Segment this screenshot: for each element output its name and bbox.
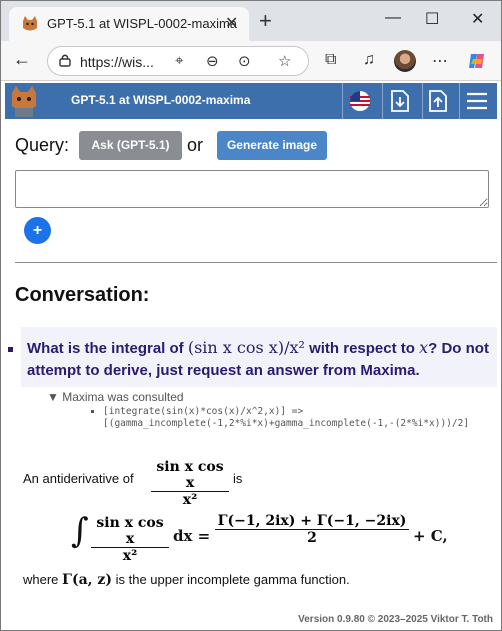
question-mid: with respect to: [304, 340, 420, 357]
rhs-numerator: Γ(−1, 2ix) + Γ(−1, −2ix): [217, 513, 407, 529]
back-arrow-icon[interactable]: ←: [13, 49, 31, 70]
location-icon[interactable]: ⌖: [175, 52, 183, 69]
rhs-fraction: Γ(−1, 2ix) + Γ(−1, −2ix) 2: [215, 513, 409, 546]
maxima-consulted-toggle[interactable]: ▼ Maxima was consulted: [47, 390, 184, 404]
or-label: or: [187, 135, 204, 155]
maximize-icon[interactable]: ☐: [425, 9, 439, 29]
hamburger-menu-icon[interactable]: [464, 89, 490, 113]
upload-icon[interactable]: [425, 89, 451, 113]
query-label: Query:: [15, 135, 70, 155]
question-text: What is the integral of (sin x cos x)/x²…: [27, 337, 493, 382]
rhs-denominator: 2: [307, 530, 317, 546]
generate-image-button[interactable]: Generate image: [217, 131, 327, 160]
conversation-heading: Conversation:: [15, 284, 150, 306]
where-text: where Γ(a, z) is the upper incomplete ga…: [23, 572, 350, 588]
app-header: GPT-5.1 at WISPL-0002-maxima: [5, 83, 497, 119]
cat-logo-icon: [12, 86, 36, 117]
lock-icon: [59, 54, 71, 67]
plus-constant: + C,: [413, 527, 448, 545]
integral-sign: ∫: [71, 511, 89, 551]
browser-window: GPT-5.1 at WISPL-0002-maxima ✕ + — ☐ ✕ ←…: [0, 0, 502, 631]
answer-prefix: An antiderivative of: [23, 471, 134, 486]
divider: [342, 83, 343, 119]
zoom-out-icon[interactable]: ⊖: [206, 52, 219, 70]
answer-numerator: sin x cos x: [156, 459, 224, 491]
list-bullet: [91, 410, 94, 413]
where-prefix: where: [23, 572, 63, 587]
lhs-denominator: x²: [122, 548, 138, 564]
extensions-icon[interactable]: ⧉: [325, 51, 336, 69]
where-suffix: is the upper incomplete gamma function.: [112, 572, 350, 587]
tab-close-icon[interactable]: ✕: [225, 13, 238, 33]
favorite-star-icon[interactable]: ☆: [278, 52, 291, 70]
cat-favicon-icon: [23, 16, 37, 31]
integral-equation: ∫ sin x cos x x² dx = Γ(−1, 2ix) + Γ(−1,…: [69, 509, 469, 565]
gamma-math: Γ(a, z): [62, 572, 112, 588]
answer-denominator: x²: [182, 492, 198, 508]
url-field[interactable]: https://wis... ⌖ ⊖ ⊙ ☆: [47, 46, 309, 76]
dx-equals: dx =: [173, 527, 211, 545]
address-bar-row: ← https://wis... ⌖ ⊖ ⊙ ☆ ⧉ ♫ ⋯: [1, 41, 501, 81]
minimize-icon[interactable]: —: [385, 9, 401, 27]
answer-is: is: [233, 471, 243, 486]
url-text: https://wis...: [80, 54, 154, 70]
app-title: GPT-5.1 at WISPL-0002-maxima: [71, 93, 251, 107]
question-prefix: What is the integral of: [27, 340, 188, 357]
answer-fraction: sin x cos x x²: [151, 459, 229, 508]
browser-tab[interactable]: GPT-5.1 at WISPL-0002-maxima ✕: [9, 7, 249, 41]
tab-title: GPT-5.1 at WISPL-0002-maxima: [47, 16, 238, 31]
media-control-icon[interactable]: ♫: [363, 51, 375, 69]
close-window-icon[interactable]: ✕: [471, 9, 484, 29]
query-input[interactable]: [15, 170, 489, 208]
list-bullet: [8, 347, 13, 352]
copilot-icon[interactable]: [467, 51, 487, 71]
divider: [15, 262, 497, 263]
version-footer: Version 0.9.80 © 2023–2025 Viktor T. Tot…: [298, 614, 493, 625]
menu-dots-icon[interactable]: ⋯: [432, 51, 448, 71]
us-flag-icon[interactable]: [347, 89, 373, 113]
divider: [422, 83, 423, 119]
ask-button[interactable]: Ask (GPT-5.1): [79, 131, 182, 160]
lhs-fraction: sin x cos x x²: [91, 515, 169, 564]
profile-avatar[interactable]: [394, 50, 416, 72]
new-tab-icon[interactable]: +: [259, 8, 272, 34]
tab-bar: GPT-5.1 at WISPL-0002-maxima ✕ + — ☐ ✕: [1, 1, 501, 41]
add-button[interactable]: +: [24, 217, 51, 244]
maxima-code: [integrate(sin(x)*cos(x)/x^2,x)] => [(ga…: [103, 406, 470, 429]
lhs-numerator: sin x cos x: [96, 515, 164, 547]
question-var: x: [419, 338, 429, 357]
question-math: (sin x cos x)/x²: [187, 338, 305, 357]
more-dots-icon[interactable]: ⊙: [238, 52, 251, 70]
maxima-label: Maxima was consulted: [62, 390, 184, 404]
download-icon[interactable]: [387, 89, 413, 113]
divider: [382, 83, 383, 119]
divider: [459, 83, 460, 119]
